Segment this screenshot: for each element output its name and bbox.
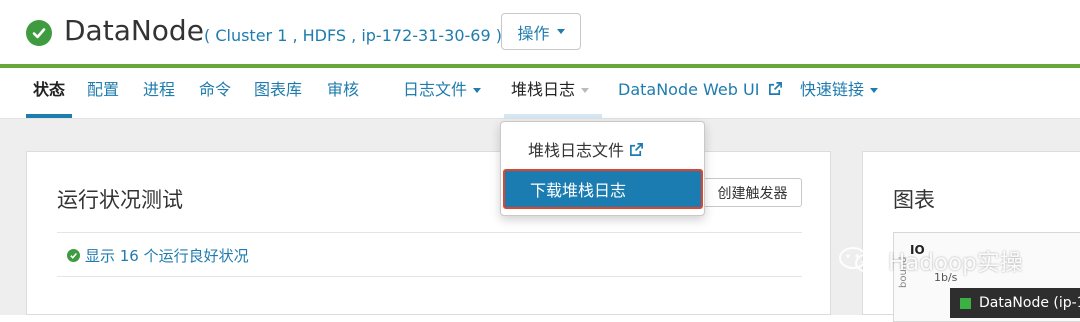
tab-chart-library[interactable]: 图表库 — [254, 68, 302, 118]
divider — [57, 276, 802, 277]
tab-processes[interactable]: 进程 — [143, 68, 175, 118]
health-summary-link[interactable]: 显示 16 个运行良好状况 — [67, 245, 249, 266]
tab-commands[interactable]: 命令 — [199, 68, 231, 118]
legend-swatch — [960, 297, 971, 309]
chevron-down-icon — [473, 88, 482, 93]
external-link-icon — [630, 142, 643, 156]
page-header: DataNode ( Cluster 1 , HDFS , ip-172-31-… — [0, 0, 1080, 64]
wechat-icon — [839, 247, 879, 273]
chevron-down-icon — [870, 88, 879, 93]
watermark-text: Hadoop实操 — [888, 250, 1023, 276]
tab-quick-links[interactable]: 快速链接 — [800, 68, 879, 118]
page-title: DataNode — [64, 14, 204, 47]
actions-label: 操作 — [517, 23, 550, 43]
check-circle-icon — [67, 249, 80, 262]
menu-item-download-stack-logs[interactable]: 下载堆栈日志 — [503, 169, 703, 209]
watermark: Hadoop实操 — [838, 243, 1023, 277]
tab-status[interactable]: 状态 — [26, 68, 72, 118]
actions-button[interactable]: 操作 — [501, 13, 581, 50]
charts-title: 图表 — [893, 188, 935, 212]
tab-audits[interactable]: 审核 — [327, 68, 359, 118]
status-ok-icon — [26, 20, 52, 46]
tab-configuration[interactable]: 配置 — [87, 68, 119, 118]
chart-tooltip: DataNode (ip-1 — [950, 288, 1080, 318]
external-link-icon — [768, 82, 782, 95]
page-subtitle: ( Cluster 1 , HDFS , ip-172-31-30-69 ) — [204, 26, 502, 45]
chevron-down-icon — [581, 88, 590, 93]
chevron-down-icon — [556, 29, 565, 34]
tab-bar: 状态 配置 进程 命令 图表库 审核 日志文件 堆栈日志 DataNode We… — [0, 68, 1080, 119]
create-trigger-button[interactable]: 创建触发器 — [703, 178, 802, 207]
menu-item-stack-log-files[interactable]: 堆栈日志文件 — [501, 129, 704, 169]
stack-logs-dropdown: 堆栈日志文件 下载堆栈日志 — [500, 121, 705, 216]
tab-log-files[interactable]: 日志文件 — [403, 68, 482, 118]
health-tests-title: 运行状况测试 — [57, 188, 183, 212]
health-tests-panel: 运行状况测试 创建触发器 显示 16 个运行良好状况 — [26, 151, 831, 315]
tab-stack-logs[interactable]: 堆栈日志 — [504, 68, 602, 118]
tab-datanode-web-ui[interactable]: DataNode Web UI — [618, 68, 783, 118]
divider — [57, 232, 802, 233]
